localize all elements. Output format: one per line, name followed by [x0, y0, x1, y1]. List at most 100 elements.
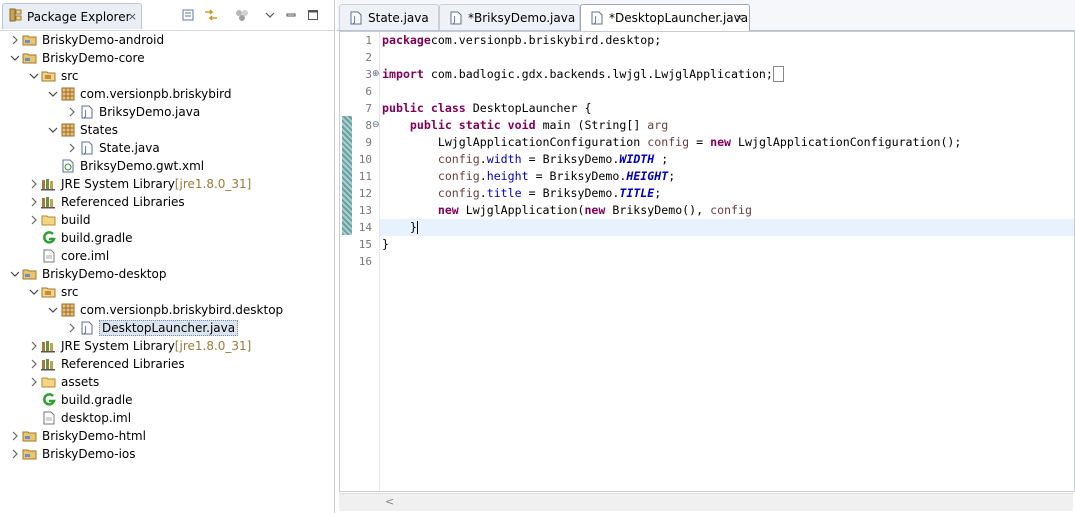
tree-item[interactable]: JRE System Library [jre1.8.0_31] [27, 175, 251, 193]
tree-item[interactable]: com.versionpb.briskybird.desktop [46, 301, 283, 319]
close-icon[interactable]: × [735, 11, 744, 24]
code-text: } [382, 237, 389, 251]
tree-item[interactable]: BriskyDemo-core [8, 49, 145, 67]
code-text: ; [654, 152, 669, 166]
maximize-icon[interactable] [306, 8, 320, 22]
tree-item-label: BriksyDemo.gwt.xml [80, 159, 205, 173]
chevron-right-icon[interactable] [65, 321, 79, 335]
tab-desktoplauncher-java[interactable]: J *DesktopLauncher.java × [580, 4, 750, 31]
folded-marker [772, 66, 784, 82]
library-icon [41, 356, 57, 372]
chevron-right-icon[interactable] [27, 195, 41, 209]
tree-item[interactable]: src [27, 283, 79, 301]
chevron-right-icon[interactable] [27, 339, 41, 353]
chevron-right-icon[interactable] [27, 375, 41, 389]
tree-item[interactable]: com.versionpb.briskybird [46, 85, 232, 103]
chevron-down-icon[interactable] [8, 51, 22, 65]
tree-item[interactable]: J State.java [65, 139, 160, 157]
tree-item-label: src [61, 69, 79, 83]
variable-ref: config [437, 152, 480, 166]
expand-fold-icon[interactable]: ⊕ [372, 70, 380, 79]
file-icon [41, 410, 57, 426]
tab-state-java[interactable]: J State.java [339, 4, 439, 30]
svg-text:J: J [353, 15, 356, 24]
tree-item[interactable]: JRE System Library [jre1.8.0_31] [27, 337, 251, 355]
tab-briksydemo-java[interactable]: J *BriksyDemo.java [439, 4, 580, 30]
constant-ref: TITLE [619, 186, 655, 200]
chevron-right-icon[interactable] [8, 429, 22, 443]
chevron-down-icon[interactable] [46, 303, 60, 317]
collapse-fold-icon[interactable]: ⊖ [372, 121, 380, 130]
tab-label: *BriksyDemo.java [468, 10, 576, 25]
tree-item[interactable]: BriskyDemo-html [8, 427, 146, 445]
code-line: } [382, 236, 389, 253]
project-icon [22, 50, 38, 66]
code-editor[interactable]: 1 packagecom.versionpb.briskybird.desktop… [339, 31, 1075, 492]
tree-item[interactable]: src [27, 67, 79, 85]
collapse-all-icon[interactable] [180, 8, 196, 22]
package-explorer-tab[interactable]: Package Explorer × [2, 3, 142, 29]
chevron-right-icon[interactable] [8, 33, 22, 47]
tree-item-version: [jre1.8.0_31] [174, 339, 252, 353]
chevron-right-icon[interactable] [65, 141, 79, 155]
focus-icon[interactable] [234, 8, 250, 22]
project-icon [22, 266, 38, 282]
java-file-icon: J [589, 10, 605, 26]
field-ref: height [486, 169, 529, 183]
chevron-down-icon[interactable] [27, 69, 41, 83]
code-text: LwjglApplication( [458, 203, 585, 217]
tree-item[interactable]: core.iml [27, 247, 109, 265]
chevron-right-icon[interactable] [27, 357, 41, 371]
chevron-down-icon[interactable] [46, 87, 60, 101]
horizontal-scrollbar[interactable]: < [339, 493, 1073, 511]
tree-item[interactable]: BriskyDemo-desktop [8, 265, 166, 283]
tree-item[interactable]: assets [27, 373, 99, 391]
tree-item[interactable]: BriskyDemo-android [8, 31, 164, 49]
chevron-right-icon[interactable] [65, 105, 79, 119]
keyword: new [584, 203, 606, 217]
tab-label: State.java [368, 10, 429, 25]
tree-item[interactable]: build [27, 211, 91, 229]
line-number: 6 [365, 85, 372, 98]
code-text: = [689, 135, 711, 149]
tree-item-label: JRE System Library [61, 339, 175, 353]
tree-item[interactable]: J DesktopLauncher.java [65, 319, 239, 337]
tree-item[interactable]: J BriksyDemo.java [65, 103, 200, 121]
tree-item[interactable]: build.gradle [27, 229, 133, 247]
tree-item[interactable]: Referenced Libraries [27, 193, 185, 211]
svg-text:J: J [84, 109, 87, 118]
tree-item[interactable]: States [46, 121, 118, 139]
chevron-down-icon[interactable] [8, 267, 22, 281]
scroll-left-icon[interactable]: < [385, 495, 394, 508]
line-number: 15 [358, 238, 372, 251]
line-number: 11 [358, 170, 372, 183]
code-text: = BriksyDemo. [521, 152, 620, 166]
chevron-right-icon[interactable] [8, 447, 22, 461]
link-with-editor-icon[interactable] [202, 8, 220, 22]
view-menu-icon[interactable] [264, 8, 276, 22]
chevron-right-icon[interactable] [27, 213, 41, 227]
chevron-down-icon[interactable] [27, 285, 41, 299]
tree-item-label: com.versionpb.briskybird [80, 87, 232, 101]
project-icon [22, 428, 38, 444]
file-icon [41, 248, 57, 264]
tree-item[interactable]: BriskyDemo-ios [8, 445, 136, 463]
chevron-down-icon[interactable] [46, 123, 60, 137]
chevron-right-icon[interactable] [27, 177, 41, 191]
minimize-icon[interactable] [284, 8, 298, 22]
code-line: LwjglApplicationConfiguration config = n… [382, 134, 962, 151]
tree-item[interactable]: Referenced Libraries [27, 355, 185, 373]
java-file-icon: J [79, 140, 95, 156]
close-icon[interactable]: × [128, 10, 137, 23]
line-number: 1 [365, 34, 372, 47]
tree-item[interactable]: build.gradle [27, 391, 133, 409]
line-number: 10 [358, 153, 372, 166]
svg-text:J: J [453, 15, 456, 24]
tree-item[interactable]: desktop.iml [27, 409, 131, 427]
tree-item[interactable]: BriksyDemo.gwt.xml [46, 157, 204, 175]
